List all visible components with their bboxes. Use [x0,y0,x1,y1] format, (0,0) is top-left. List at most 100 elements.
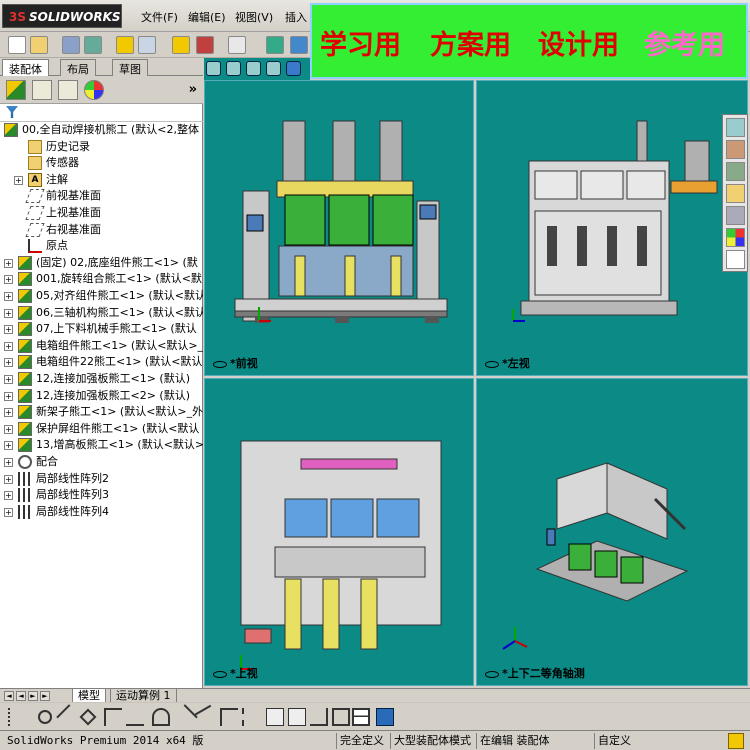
tag-icon[interactable] [728,733,744,749]
expand-icon[interactable]: + [4,491,13,501]
polygon-tool-icon[interactable] [79,708,97,726]
tree-item[interactable]: +12,连接加强板熊工<2> (默认) [0,388,203,404]
menu-file[interactable]: 文件(F) [141,9,178,25]
expand-icon[interactable]: + [4,458,13,467]
previous-tab-icon[interactable]: ◄ [16,691,26,701]
options-icon[interactable] [116,36,134,54]
menu-edit[interactable]: 编辑(E) [188,9,226,25]
corner-icon[interactable] [220,708,238,726]
properties-icon[interactable] [290,36,308,54]
view-orientation-icon[interactable] [286,61,301,76]
tree-item[interactable]: + 配合 [0,454,203,470]
expand-icon[interactable]: + [4,474,13,484]
view-palette-icon[interactable] [726,206,745,225]
expand-icon[interactable]: + [4,292,13,301]
expand-icon[interactable]: + [4,325,13,335]
tab-model[interactable]: 模型 [72,689,106,703]
expand-icon[interactable]: + [4,258,13,268]
feature-manager-icon[interactable] [6,80,26,100]
line-tool-icon[interactable] [56,704,82,730]
tree-item[interactable]: + 保护屏组件熊工<1> (默认<默认 [0,421,203,437]
appearances-icon[interactable] [726,228,745,247]
configuration-manager-icon[interactable] [58,80,78,100]
tree-item[interactable]: + 局部线性阵列4 [0,504,203,520]
offset-tool-icon[interactable] [126,708,144,726]
tree-item[interactable]: + 局部线性阵列2 [0,471,203,487]
table-icon[interactable] [352,708,370,726]
viewport-top[interactable]: *上视 [204,378,474,686]
expand-icon[interactable]: + [4,424,13,434]
previous-view-icon[interactable] [246,61,261,76]
select-icon[interactable] [228,36,246,54]
tree-item[interactable]: + 局部线性阵列3 [0,487,203,503]
section-view-icon[interactable] [266,61,281,76]
viewport-isometric[interactable]: *上下二等角轴测 [476,378,748,686]
rectangle-tool-icon[interactable] [332,708,350,726]
expand-icon[interactable]: + [4,408,13,418]
first-tab-icon[interactable]: ◄ [4,691,14,701]
tree-item[interactable]: + 电箱组件熊工<1> (默认<默认>_ [0,338,203,354]
tree-item[interactable]: 前视基准面 [0,188,203,204]
appearance-icon[interactable] [84,80,104,100]
open-folder-icon[interactable] [30,36,48,54]
menu-view[interactable]: 视图(V) [235,9,273,25]
tree-item[interactable]: +05,对齐组件熊工<1> (默认<默认> [0,288,203,304]
tree-item[interactable]: 历史记录 [0,139,203,155]
custom-properties-icon[interactable] [726,250,745,269]
zoom-to-fit-icon[interactable] [206,61,221,76]
insert-component-icon[interactable] [172,36,190,54]
construction-line-icon[interactable] [242,708,260,726]
tree-item[interactable]: 00,全自动焊接机熊工 (默认<2,整体 [0,122,203,138]
spline-tool-icon[interactable] [172,704,198,730]
mate-icon[interactable] [196,36,214,54]
new-document-icon[interactable] [8,36,26,54]
trim-tool-icon[interactable] [104,708,122,726]
tree-item[interactable]: + 新架子熊工<1> (默认<默认>_外 [0,404,203,420]
expand-icon[interactable]: + [4,391,13,401]
tree-item[interactable]: +001,旋转组合熊工<1> (默认<默 [0,271,203,287]
tree-item[interactable]: +13,增高板熊工<1> (默认<默认> [0,437,203,453]
print-icon[interactable] [84,36,102,54]
tree-item[interactable]: +12,连接加强板熊工<1> (默认) [0,371,203,387]
expand-icon[interactable]: + [4,308,13,318]
expand-icon[interactable]: + [4,358,13,368]
arc-tool-icon[interactable] [152,708,170,726]
tree-item[interactable]: + (固定) 02,底座组件熊工<1> (默 [0,255,203,271]
tab-motion-study-1[interactable]: 运动算例 1 [110,689,177,703]
filter-icon[interactable] [6,106,18,118]
solidworks-logo[interactable]: 3S SOLIDWORKS [2,4,122,28]
save-icon[interactable] [62,36,80,54]
expand-icon[interactable]: + [4,341,13,351]
tab-sketch[interactable]: 草图 [112,59,148,76]
tree-item[interactable]: 原点 [0,238,203,254]
smart-select-icon[interactable] [376,708,394,726]
next-tab-icon[interactable]: ► [28,691,38,701]
tree-item[interactable]: 传感器 [0,155,203,171]
tree-item[interactable]: +06,三轴机构熊工<1> (默认<默认 [0,305,203,321]
tab-layout[interactable]: 布局 [60,59,96,76]
tree-item[interactable]: 上视基准面 [0,205,203,221]
tree-item[interactable]: + A 注解 [0,172,203,188]
last-tab-icon[interactable]: ► [40,691,50,701]
menu-insert[interactable]: 插入 [285,9,307,25]
centerline-icon[interactable] [194,704,220,730]
undo-icon[interactable] [138,36,156,54]
file-explorer-icon[interactable] [726,162,745,181]
expand-icon[interactable]: + [4,441,13,451]
circle-tool-icon[interactable] [38,710,52,724]
expand-icon[interactable]: + [4,375,13,384]
expand-icon[interactable]: + [14,175,23,185]
expand-icon[interactable]: + [4,275,13,285]
expand-icon[interactable]: + [4,507,13,517]
status-custom-units[interactable]: 自定义 [594,733,634,749]
tab-assembly[interactable]: 装配体 [2,59,49,76]
tree-item[interactable]: + 电箱组件22熊工<1> (默认<默认 [0,354,203,370]
tree-item[interactable]: +07,上下料机械手熊工<1> (默认 [0,321,203,337]
relations-icon[interactable] [288,708,306,726]
property-manager-icon[interactable] [32,80,52,100]
design-library-icon[interactable] [726,140,745,159]
viewport-left[interactable]: *左视 [476,80,748,376]
smart-dimension-icon[interactable] [266,708,284,726]
zoom-area-icon[interactable] [226,61,241,76]
collapse-panel-icon[interactable]: » [189,82,197,97]
